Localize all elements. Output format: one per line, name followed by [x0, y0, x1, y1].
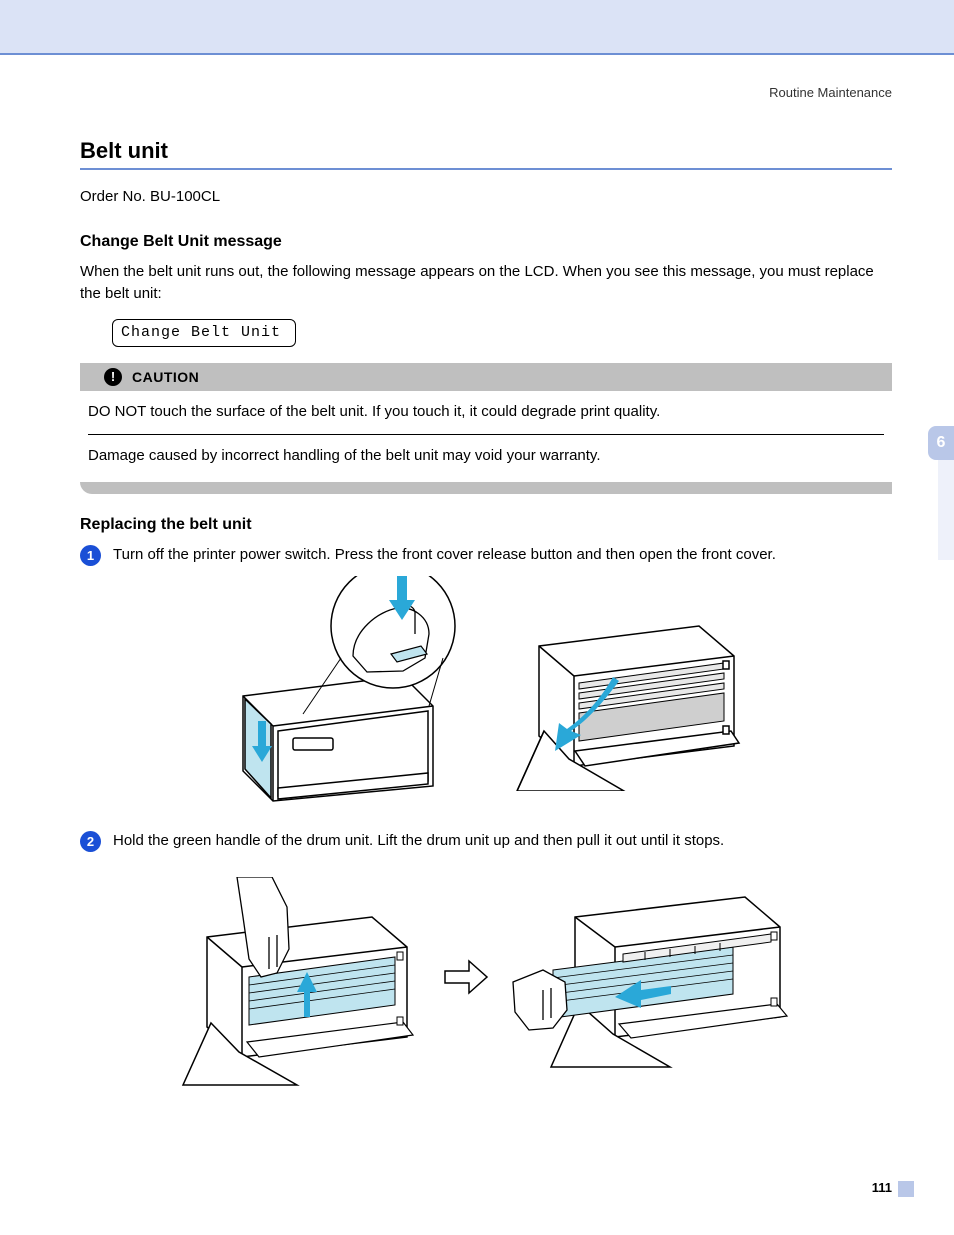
- step-1: 1 Turn off the printer power switch. Pre…: [80, 544, 892, 566]
- page-content: Routine Maintenance Belt unit Order No. …: [0, 55, 954, 1092]
- title-underline: [80, 168, 892, 170]
- breadcrumb: Routine Maintenance: [80, 85, 892, 100]
- figure-row-2: [80, 862, 892, 1092]
- page-number: 111: [872, 1180, 892, 1195]
- header-bar: [0, 0, 954, 55]
- step-text: Turn off the printer power switch. Press…: [113, 544, 892, 565]
- caution-text-1: DO NOT touch the surface of the belt uni…: [88, 403, 884, 420]
- figure-lift-drum: [177, 877, 437, 1077]
- caution-body: DO NOT touch the surface of the belt uni…: [80, 403, 892, 464]
- figure-row-1: [80, 576, 892, 806]
- caution-icon: !: [104, 368, 122, 386]
- chapter-tab: 6: [928, 426, 954, 460]
- caution-text-2: Damage caused by incorrect handling of t…: [88, 447, 884, 464]
- figure-pull-drum: [495, 862, 795, 1092]
- step-number-icon: 2: [80, 831, 101, 852]
- page-title: Belt unit: [80, 138, 892, 164]
- figure-printer-closed: [203, 576, 503, 806]
- caution-divider: [88, 434, 884, 435]
- caution-footer-bar: [80, 482, 892, 494]
- caution-header-bar: ! CAUTION: [80, 363, 892, 391]
- lcd-display: Change Belt Unit: [112, 319, 296, 347]
- subheading-change-message: Change Belt Unit message: [80, 233, 892, 251]
- page-number-mark: [898, 1181, 914, 1197]
- subheading-replacing: Replacing the belt unit: [80, 516, 892, 534]
- figure-printer-open: [509, 591, 769, 791]
- step-2: 2 Hold the green handle of the drum unit…: [80, 830, 892, 852]
- order-number: Order No. BU-100CL: [80, 188, 892, 205]
- change-message-body: When the belt unit runs out, the followi…: [80, 261, 892, 305]
- chapter-tab-stub: [938, 460, 954, 560]
- arrow-icon: [443, 959, 489, 995]
- step-number-icon: 1: [80, 545, 101, 566]
- caution-label: CAUTION: [132, 369, 199, 385]
- step-text: Hold the green handle of the drum unit. …: [113, 830, 892, 851]
